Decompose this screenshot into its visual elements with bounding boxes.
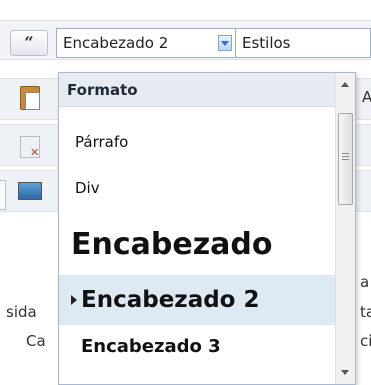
styles-combo[interactable]: Estilos <box>236 28 371 58</box>
bg-fragment-right-1: a <box>360 273 370 291</box>
format-item-label: Encabezado <box>71 227 273 262</box>
image-icon[interactable] <box>16 176 44 204</box>
paste-paper <box>25 92 40 110</box>
arrow-down-icon[interactable] <box>336 363 355 383</box>
format-item-heading-1[interactable]: Encabezado <box>59 221 335 269</box>
bg-fragment-right-2: ta <box>360 303 371 321</box>
format-item-paragraph[interactable]: Párrafo <box>59 127 335 157</box>
format-item-label: Encabezado 2 <box>81 287 260 313</box>
bg-fragment-ca: Ca <box>26 332 46 350</box>
format-item-label: Párrafo <box>75 133 129 151</box>
format-item-div[interactable]: Div <box>59 173 335 203</box>
quote-icon: “ <box>24 33 34 52</box>
dropdown-scrollbar[interactable] <box>335 73 355 384</box>
paste-icon[interactable] <box>16 84 44 112</box>
grip-icon <box>342 153 349 154</box>
format-combo[interactable]: Encabezado 2 <box>56 28 236 58</box>
format-item-label: Encabezado 3 <box>81 336 221 357</box>
dropdown-header: Formato <box>59 73 335 107</box>
bg-fragment-sida: sida <box>6 303 37 321</box>
blockquote-button[interactable]: “ <box>10 30 48 56</box>
bg-fragment-a: A <box>362 88 371 106</box>
styles-combo-value: Estilos <box>242 34 291 52</box>
arrow-up-icon[interactable] <box>336 75 355 95</box>
toolbar-button-edge[interactable] <box>0 180 6 210</box>
scrollbar-thumb[interactable] <box>338 113 353 205</box>
format-combo-value: Encabezado 2 <box>63 34 169 52</box>
format-item-heading-3[interactable]: Encabezado 3 <box>59 329 335 365</box>
bg-fragment-right-3: ci <box>360 332 371 350</box>
format-item-label: Div <box>75 179 100 197</box>
table-delete-icon[interactable]: ✕ <box>16 132 44 160</box>
chevron-down-icon[interactable] <box>218 35 232 51</box>
image-thumbnail <box>18 182 42 200</box>
selected-arrow-icon <box>71 295 77 305</box>
format-dropdown[interactable]: Formato Párrafo Div Encabezado Encabezad… <box>58 72 356 385</box>
delete-mark: ✕ <box>30 146 40 159</box>
format-item-heading-2[interactable]: Encabezado 2 <box>59 275 335 325</box>
